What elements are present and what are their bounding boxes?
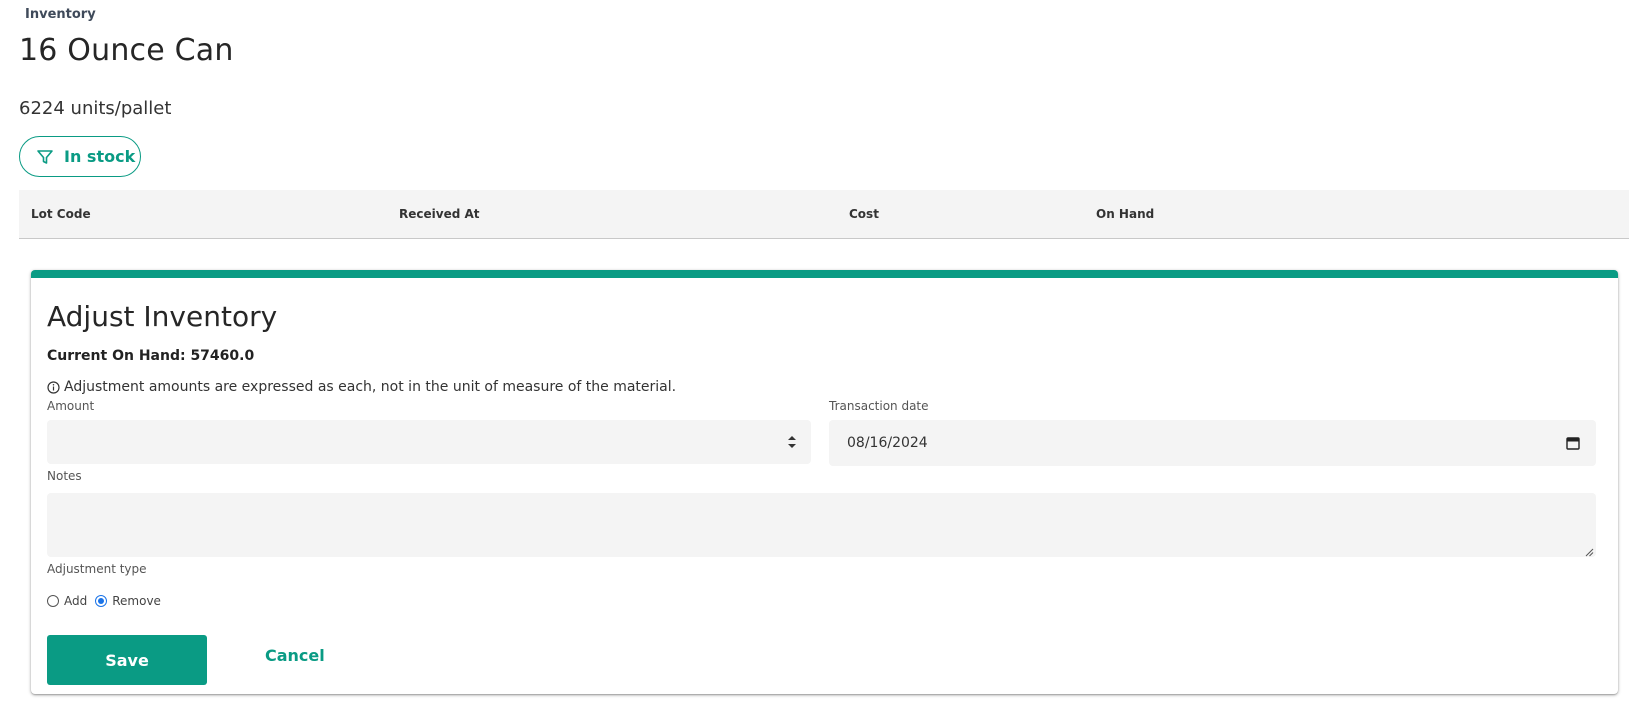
amount-input[interactable] [47,420,811,464]
adjustment-note: Adjustment amounts are expressed as each… [47,379,676,395]
units-per-pallet: 6224 units/pallet [19,98,172,119]
cancel-button[interactable]: Cancel [265,646,325,665]
amount-label: Amount [47,399,95,413]
filter-icon [36,148,54,166]
column-lot-code[interactable]: Lot Code [31,207,91,221]
current-on-hand: Current On Hand: 57460.0 [47,348,255,364]
transaction-date-label: Transaction date [829,399,929,413]
remove-radio[interactable] [95,595,108,607]
inventory-table-header: Lot Code Received At Cost On Hand [19,190,1629,239]
spinner-icon[interactable] [787,433,797,451]
info-icon [47,380,60,394]
notes-label: Notes [47,469,82,483]
breadcrumb[interactable]: Inventory [25,7,96,22]
adjust-inventory-card: Adjust Inventory Current On Hand: 57460.… [31,270,1618,694]
column-received-at[interactable]: Received At [399,207,480,221]
column-cost[interactable]: Cost [849,207,879,221]
remove-radio-label[interactable]: Remove [112,594,161,608]
add-radio-label[interactable]: Add [64,594,87,608]
resize-grip-icon[interactable] [1584,545,1594,557]
page-title: 16 Ounce Can [19,33,234,68]
adjustment-note-text: Adjustment amounts are expressed as each… [64,379,677,395]
adjustment-type-label: Adjustment type [47,562,147,576]
filter-label: In stock [64,147,136,166]
calendar-icon[interactable] [1566,436,1580,450]
save-button[interactable]: Save [47,635,207,685]
notes-textarea[interactable] [47,493,1596,557]
transaction-date-input[interactable]: 08/16/2024 [829,420,1596,466]
column-on-hand[interactable]: On Hand [1096,207,1154,221]
adjustment-type-group: Add Remove [47,594,169,608]
in-stock-filter-button[interactable]: In stock [19,136,141,177]
transaction-date-value: 08/16/2024 [847,435,928,451]
adjust-inventory-title: Adjust Inventory [47,300,278,333]
add-radio[interactable] [47,595,59,607]
